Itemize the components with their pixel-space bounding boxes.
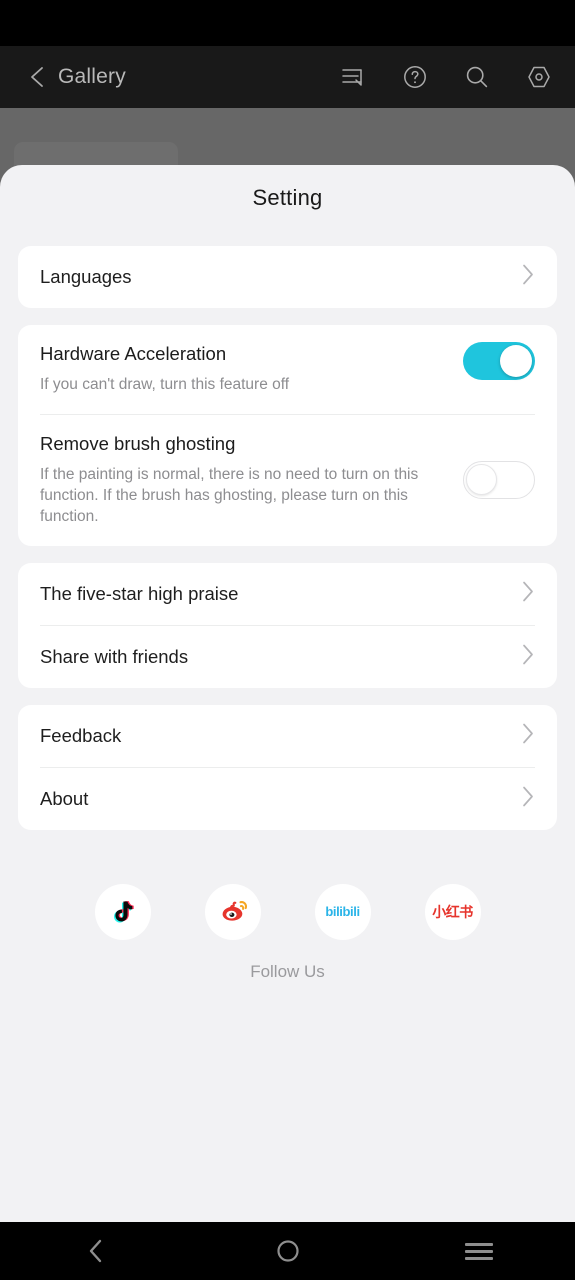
social-button-bilibili[interactable]: bilibili [314,883,371,940]
settings-group-info: Feedback About [18,704,557,830]
toggle-knob [500,345,532,377]
chevron-left-icon [31,67,43,87]
nav-home-icon [276,1240,299,1262]
nav-back-icon [89,1239,102,1263]
hexagon-record-icon [528,66,550,88]
row-label: About [40,787,89,809]
help-button[interactable] [401,63,429,91]
app-title: Gallery [58,65,126,88]
follow-us-caption: Follow Us [250,961,325,981]
row-description: If the painting is normal, there is no n… [40,466,419,525]
chevron-right-icon [522,580,535,607]
nav-home-button[interactable] [192,1222,384,1280]
chevron-right-icon [522,785,535,812]
row-hardware-acceleration[interactable]: Hardware Acceleration If you can't draw,… [18,325,557,414]
header-actions [339,63,553,91]
row-label: Hardware Acceleration [40,343,227,364]
status-bar [0,0,575,46]
record-button[interactable] [525,63,553,91]
toggle-knob [466,463,497,495]
tiktok-icon [113,900,134,923]
social-button-tiktok[interactable] [94,883,151,940]
settings-sheet: Setting Languages Hardware Acceleration … [0,165,575,1222]
row-label: Remove brush ghosting [40,432,236,454]
row-label: Share with friends [40,645,189,667]
row-share-with-friends[interactable]: Share with friends [18,626,557,688]
settings-group-promote: The five-star high praise Share with fri… [18,562,557,688]
layers-icon [342,69,362,86]
row-label: Languages [40,266,132,287]
row-text: Hardware Acceleration If you can't draw,… [40,342,463,396]
chevron-right-icon [522,264,535,291]
row-languages[interactable]: Languages [18,246,557,308]
social-button-xiaohongshu[interactable]: 小红书 [424,883,481,940]
settings-group-rendering: Hardware Acceleration If you can't draw,… [18,325,557,546]
nav-recents-icon [465,1239,494,1264]
row-feedback[interactable]: Feedback [18,705,557,767]
nav-recents-button[interactable] [383,1222,575,1280]
nav-back-button[interactable] [0,1222,192,1280]
search-button[interactable] [463,63,491,91]
chevron-right-icon [522,643,535,670]
settings-group-languages: Languages [18,246,557,308]
layers-button[interactable] [339,63,367,91]
help-circle-icon [404,66,426,88]
row-label: Feedback [40,724,122,746]
weibo-icon [222,900,247,921]
row-description: If you can't draw, turn this feature off [40,376,290,394]
row-remove-brush-ghosting[interactable]: Remove brush ghosting If the painting is… [18,415,557,546]
search-icon [466,66,488,88]
social-button-weibo[interactable] [204,883,261,940]
toggle-hardware-acceleration[interactable] [463,342,535,380]
social-links: bilibili 小红书 [0,883,575,940]
row-text: Remove brush ghosting If the painting is… [40,432,463,528]
row-five-star-high-praise[interactable]: The five-star high praise [18,563,557,625]
xiaohongshu-wordmark: 小红书 [432,904,473,921]
back-button[interactable] [22,62,52,92]
android-navbar [0,1222,575,1280]
row-about[interactable]: About [18,768,557,830]
row-label: The five-star high praise [40,582,239,604]
phone-screen: Gallery Setting Languages Hardware Accel… [0,0,575,1280]
app-header: Gallery [0,46,575,108]
page-title: Setting [252,185,323,210]
toggle-remove-brush-ghosting[interactable] [463,460,535,499]
chevron-right-icon [522,722,535,749]
bilibili-wordmark: bilibili [325,904,360,920]
